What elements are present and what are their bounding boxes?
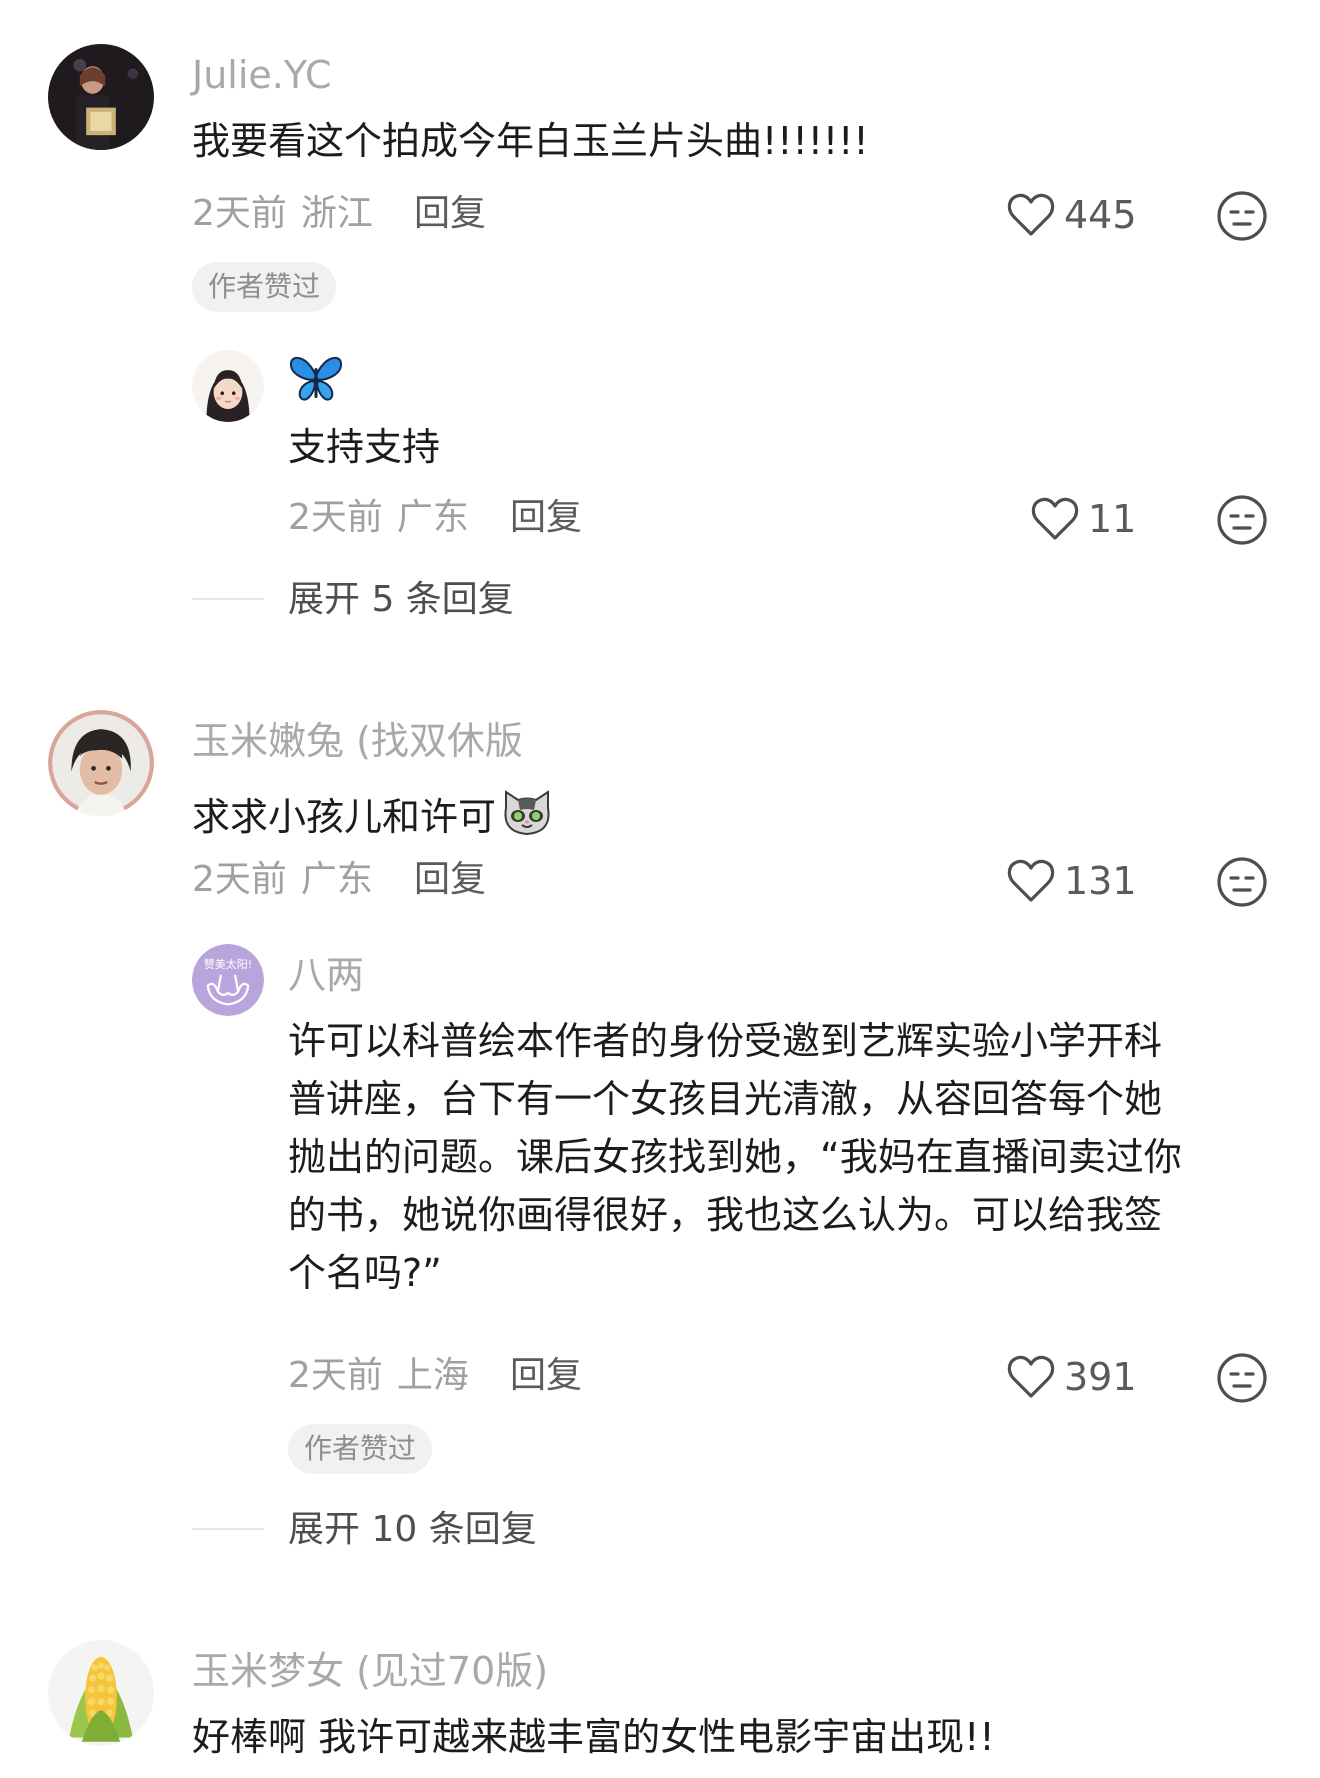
like-button[interactable]: 445 xyxy=(1006,192,1137,238)
avatar-butterfly-user[interactable] xyxy=(192,350,264,422)
reply-meta: 2天前 上海 xyxy=(288,1358,469,1394)
heart-icon xyxy=(1031,497,1079,540)
comment-text: 我要看这个拍成今年白玉兰片头曲!!!!!!! xyxy=(192,119,869,163)
dislike-button[interactable] xyxy=(1216,190,1268,242)
avatar-baliang[interactable]: 赞美太阳! xyxy=(192,944,264,1016)
username[interactable]: Julie.YC xyxy=(192,56,332,94)
username[interactable]: 玉米嫩兔 (找双休版 xyxy=(192,722,523,760)
timestamp: 2天前 xyxy=(192,193,287,234)
reply-text-line: 普讲座，台下有一个女孩目光清澈，从容回答每个她 xyxy=(288,1077,1163,1121)
reply-text-line: 许可以科普绘本作者的身份受邀到艺辉实验小学开科 xyxy=(288,1019,1163,1063)
dislike-button[interactable] xyxy=(1216,494,1268,546)
neutral-face-icon xyxy=(1217,191,1267,241)
reply-text: 许可以科普绘本作者的身份受邀到艺辉实验小学开科 普讲座，台下有一个女孩目光清澈，… xyxy=(288,1012,1248,1302)
avatar-julie[interactable] xyxy=(48,44,154,150)
author-liked-badge: 作者赞过 xyxy=(288,1424,433,1474)
dislike-button[interactable] xyxy=(1216,856,1268,908)
reply-button[interactable]: 回复 xyxy=(414,196,486,232)
heart-icon xyxy=(1007,193,1055,236)
reply-text: 支持支持 xyxy=(288,425,441,469)
like-button[interactable]: 391 xyxy=(1006,1354,1137,1400)
like-button[interactable]: 11 xyxy=(1030,496,1136,542)
neutral-face-icon xyxy=(1217,495,1267,545)
comment-text-content: 求求小孩儿和许可 xyxy=(192,795,497,839)
dislike-button[interactable] xyxy=(1216,1352,1268,1404)
reply-button[interactable]: 回复 xyxy=(414,862,486,898)
timestamp: 2天前 xyxy=(288,497,383,538)
timestamp: 2天前 xyxy=(288,1355,383,1396)
neutral-face-icon xyxy=(1217,857,1267,907)
comment-meta: 2天前 广东 xyxy=(192,862,373,898)
location: 上海 xyxy=(396,1355,469,1396)
expand-divider xyxy=(192,1528,264,1530)
avatar-corn-fan[interactable] xyxy=(48,1640,154,1746)
like-button[interactable]: 131 xyxy=(1006,858,1137,904)
expand-replies-button[interactable]: 展开 5 条回复 xyxy=(288,582,514,618)
comment-text: 好棒啊 我许可越来越丰富的女性电影宇宙出现!! xyxy=(192,1715,995,1759)
like-count: 445 xyxy=(1064,193,1137,237)
avatar-corn-rabbit[interactable] xyxy=(48,710,154,816)
comment-meta: 2天前 浙江 xyxy=(192,196,373,232)
location: 广东 xyxy=(300,859,373,900)
username[interactable]: 八两 xyxy=(288,956,364,994)
like-count: 131 xyxy=(1064,859,1137,903)
reply-text-line: 个名吗?” xyxy=(288,1251,442,1295)
expand-divider xyxy=(192,598,264,600)
heart-icon xyxy=(1007,859,1055,902)
reply-text-line: 的书，她说你画得很好，我也这么认为。可以给我签 xyxy=(288,1193,1163,1237)
heart-icon xyxy=(1007,1355,1055,1398)
author-liked-badge: 作者赞过 xyxy=(192,262,337,312)
reply-text-line: 抛出的问题。课后女孩找到她，“我妈在直播间卖过你 xyxy=(288,1135,1182,1179)
neutral-face-icon xyxy=(1217,1353,1267,1403)
reply-button[interactable]: 回复 xyxy=(510,1358,582,1394)
location: 广东 xyxy=(396,497,469,538)
reply-button[interactable]: 回复 xyxy=(510,500,582,536)
username[interactable]: 玉米梦女 (见过70版) xyxy=(192,1652,548,1690)
cat-sticker-icon xyxy=(500,788,554,838)
butterfly-icon xyxy=(288,354,344,404)
timestamp: 2天前 xyxy=(192,859,287,900)
comment-text: 求求小孩儿和许可 xyxy=(192,788,554,838)
reply-meta: 2天前 广东 xyxy=(288,500,469,536)
like-count: 391 xyxy=(1064,1355,1137,1399)
location: 浙江 xyxy=(300,193,373,234)
like-count: 11 xyxy=(1088,497,1137,541)
avatar-caption: 赞美太阳! xyxy=(203,958,253,971)
expand-replies-button[interactable]: 展开 10 条回复 xyxy=(288,1512,537,1548)
